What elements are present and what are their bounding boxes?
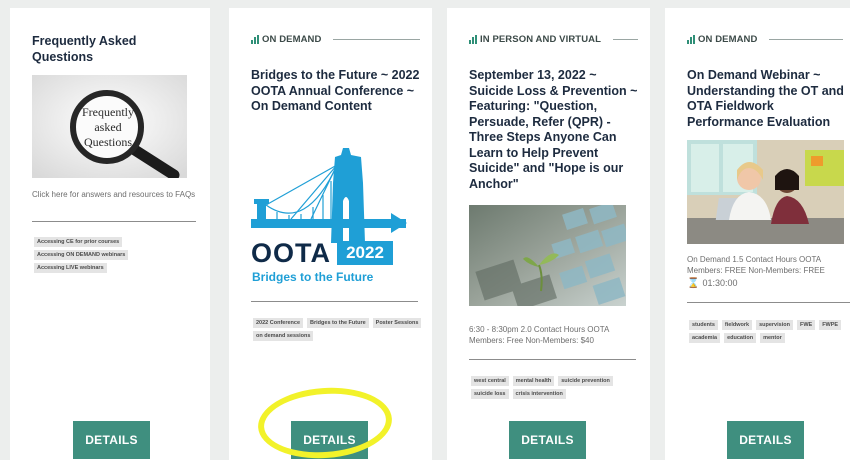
faq-image[interactable]: Frequently asked Questions <box>32 75 187 178</box>
signal-bars-icon <box>251 35 259 44</box>
card-title[interactable]: Frequently Asked Questions <box>32 34 198 65</box>
signal-bars-icon <box>469 35 477 44</box>
tag[interactable]: Bridges to the Future <box>307 318 369 328</box>
logo-tagline: Bridges to the Future <box>252 270 374 284</box>
tag[interactable]: fieldwork <box>721 320 753 330</box>
faq-image-text: Frequently asked Questions <box>82 105 134 149</box>
card-title[interactable]: On Demand Webinar ~ Understanding the OT… <box>687 68 850 130</box>
event-details: On Demand 1.5 Contact Hours OOTA Members… <box>687 255 825 275</box>
card-faq: Frequently Asked Questions Frequently as… <box>10 8 210 460</box>
duration-text: 01:30:00 <box>702 278 738 288</box>
seedling-image[interactable] <box>469 205 626 306</box>
tag[interactable]: academia <box>689 333 721 343</box>
tag-list: Accessing CE for prior courses Accessing… <box>34 237 202 273</box>
details-button[interactable]: DETAILS <box>727 421 804 459</box>
category-label: ON DEMAND <box>687 34 843 45</box>
card-bridges-to-the-future: ON DEMAND Bridges to the Future ~ 2022 O… <box>229 8 432 460</box>
tag[interactable]: on demand sessions <box>253 331 314 341</box>
tag[interactable]: students <box>689 320 718 330</box>
tag[interactable]: mentor <box>760 333 785 343</box>
tag-list: students fieldwork supervision FWE FWPE … <box>689 320 850 343</box>
tag[interactable]: FWE <box>796 320 816 330</box>
category-label: IN PERSON AND VIRTUAL <box>469 34 638 45</box>
tag[interactable]: Accessing CE for prior courses <box>34 237 123 247</box>
hourglass-icon: ⌛ <box>687 278 700 289</box>
tag[interactable]: Accessing ON DEMAND webinars <box>34 250 129 260</box>
details-button[interactable]: DETAILS <box>509 421 586 459</box>
category-text: ON DEMAND <box>262 34 322 45</box>
category-label: ON DEMAND <box>251 34 420 45</box>
oota-2022-logo[interactable]: OOTA 2022 Bridges to the Future <box>251 143 411 293</box>
tag[interactable]: Poster Sessions <box>372 318 422 328</box>
details-button[interactable]: DETAILS <box>291 421 368 459</box>
divider <box>469 359 636 360</box>
tag[interactable]: FWPE <box>819 320 842 330</box>
tag[interactable]: 2022 Conference <box>253 318 304 328</box>
tag-list: 2022 Conference Bridges to the Future Po… <box>253 318 424 341</box>
tag[interactable]: suicide loss <box>471 389 509 399</box>
card-description: Click here for answers and resources to … <box>32 190 196 199</box>
details-button[interactable]: DETAILS <box>73 421 150 459</box>
category-text: IN PERSON AND VIRTUAL <box>480 34 602 45</box>
event-details: 6:30 - 8:30pm 2.0 Contact Hours OOTA Mem… <box>469 325 609 345</box>
tag[interactable]: supervision <box>756 320 793 330</box>
logo-oota: OOTA <box>251 238 331 268</box>
divider <box>251 301 418 302</box>
tag[interactable]: west central <box>471 376 509 386</box>
card-suicide-loss-prevention: IN PERSON AND VIRTUAL September 13, 2022… <box>447 8 650 460</box>
students-photo[interactable] <box>687 140 844 244</box>
divider <box>687 302 850 303</box>
card-title[interactable]: Bridges to the Future ~ 2022 OOTA Annual… <box>251 68 420 115</box>
card-title[interactable]: September 13, 2022 ~ Suicide Loss & Prev… <box>469 68 644 192</box>
category-text: ON DEMAND <box>698 34 758 45</box>
tag[interactable]: suicide prevention <box>558 376 613 386</box>
divider <box>32 221 196 222</box>
tag[interactable]: mental health <box>512 376 555 386</box>
duration: ⌛ 01:30:00 <box>687 278 845 289</box>
tag-list: west central mental health suicide preve… <box>471 376 642 399</box>
card-fieldwork-evaluation: ON DEMAND On Demand Webinar ~ Understand… <box>665 8 850 460</box>
tag[interactable]: crisis intervention <box>512 389 566 399</box>
tag[interactable]: education <box>724 333 757 343</box>
logo-year: 2022 <box>337 241 393 265</box>
signal-bars-icon <box>687 35 695 44</box>
tag[interactable]: Accessing LIVE webinars <box>34 263 107 273</box>
